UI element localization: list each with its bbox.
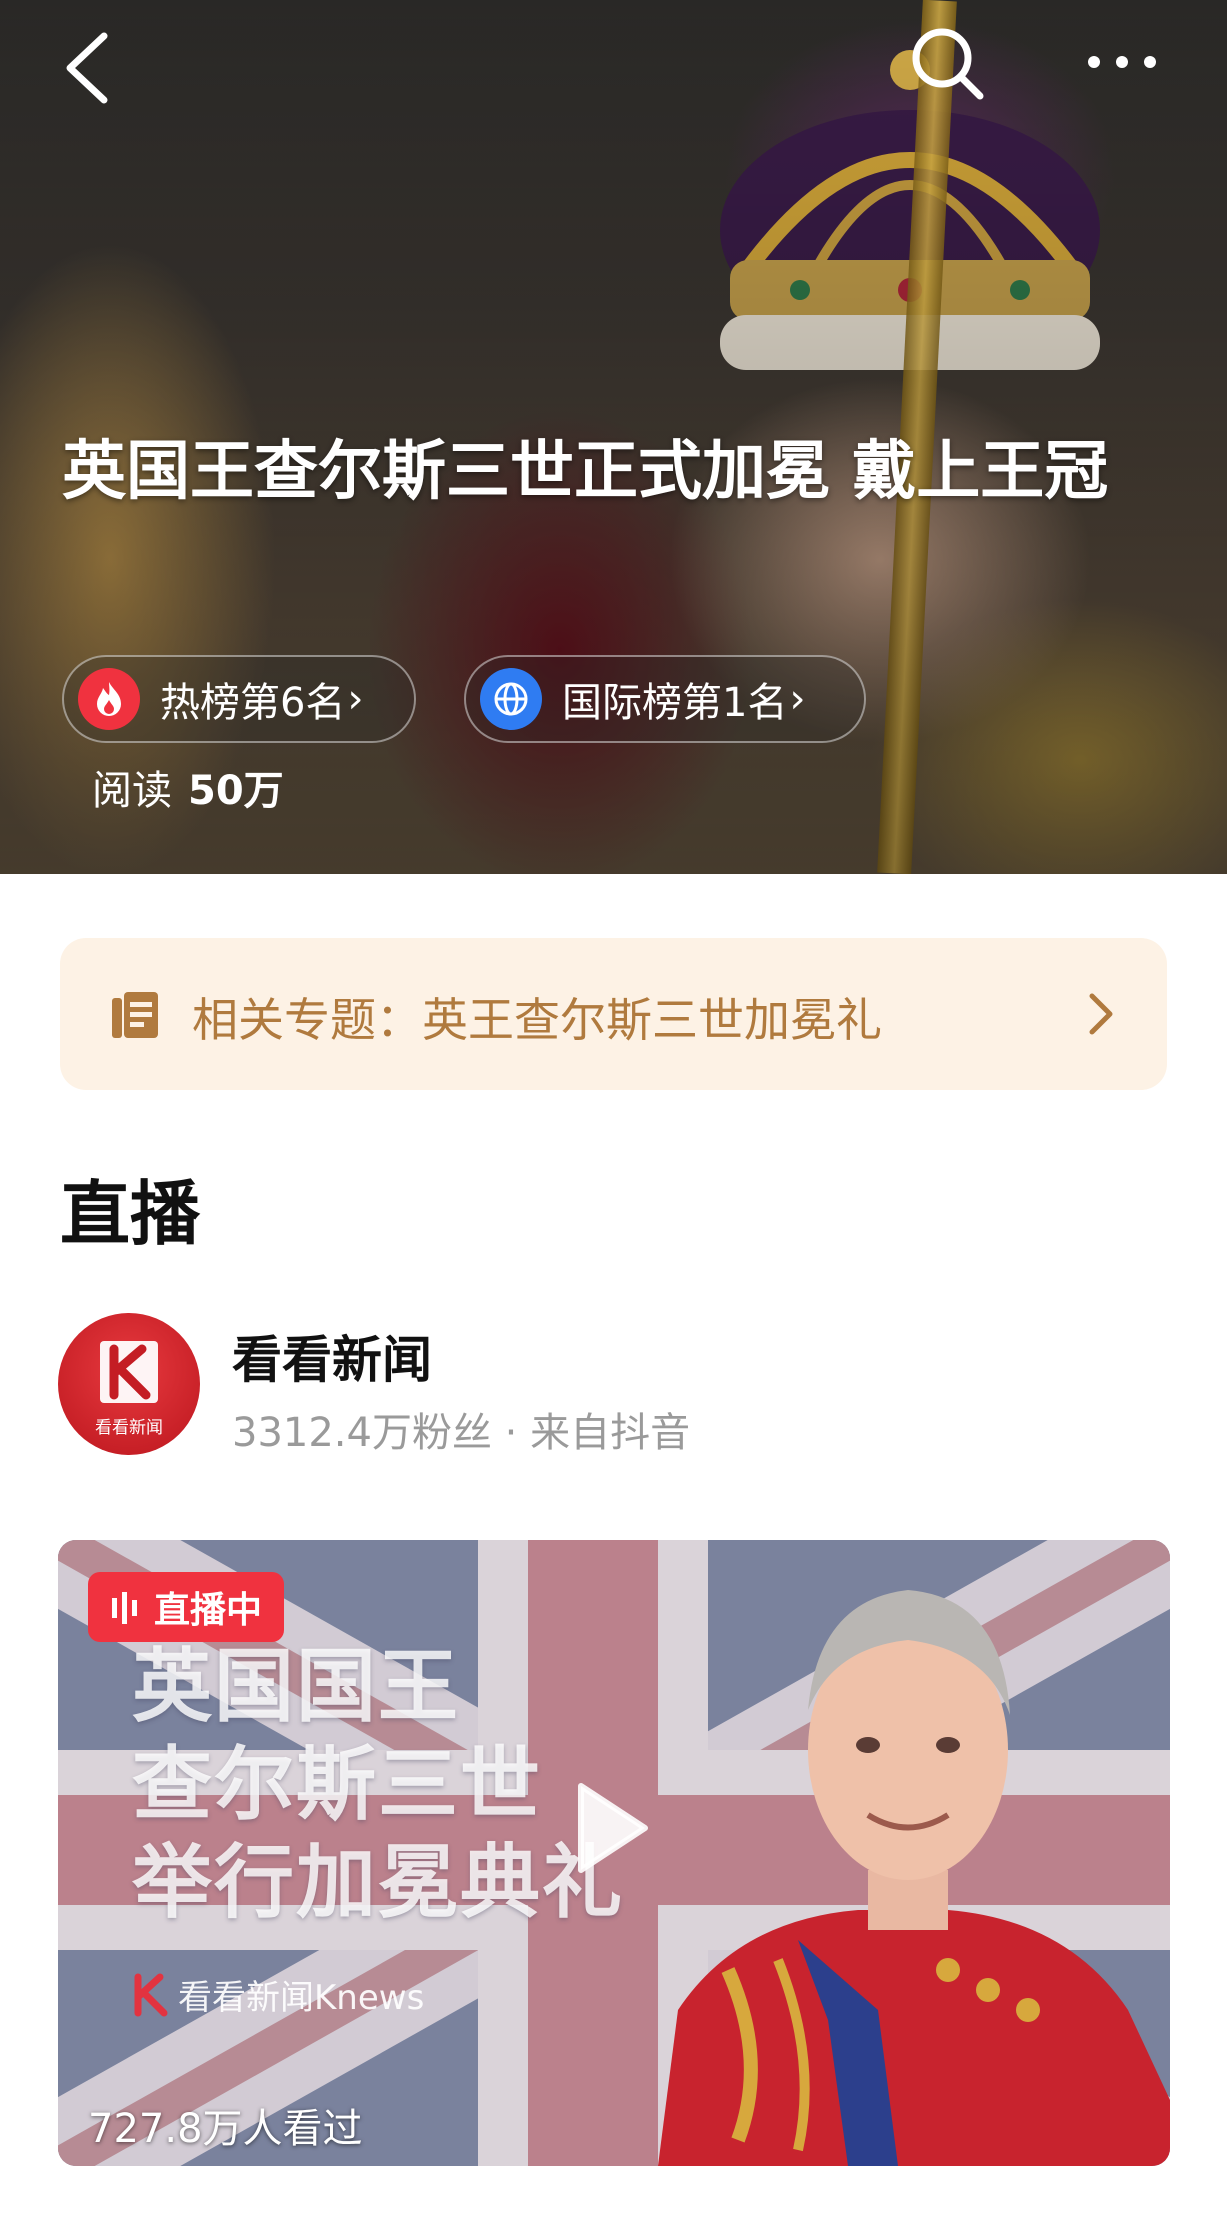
live-section-title: 直播: [60, 1173, 200, 1255]
brand-label: 看看新闻Knews: [178, 1978, 425, 2018]
read-count: 阅读 50万: [92, 758, 284, 816]
video-title-line: 查尔斯三世: [132, 1738, 542, 1831]
play-icon: [578, 1783, 648, 1873]
article-title: 英国王查尔斯三世正式加冕 戴上王冠: [62, 435, 1109, 509]
live-status-badge: 直播中: [88, 1572, 285, 1642]
author-avatar[interactable]: 看看新闻: [58, 1313, 200, 1455]
back-arrow-icon: [66, 32, 108, 104]
back-button[interactable]: [58, 28, 118, 108]
channel-brand: 看看新闻Knews: [132, 1970, 424, 2019]
hero-banner: 英国王查尔斯三世正式加冕 戴上王冠 热榜第6名 › 国际榜第1名 › 阅读 50万: [0, 0, 1227, 874]
more-options-button[interactable]: [1078, 36, 1168, 86]
more-dots-icon: [1088, 56, 1156, 68]
search-button[interactable]: [908, 24, 988, 104]
topic-book-icon: [112, 992, 158, 1038]
intl-rank-pill[interactable]: 国际榜第1名 ›: [464, 655, 866, 743]
related-topic-banner[interactable]: 相关专题：英王查尔斯三世加冕礼: [60, 938, 1167, 1090]
video-title-line: 举行加冕典礼: [132, 1836, 624, 1929]
author-meta: 3312.4万粉丝 · 来自抖音: [232, 1410, 691, 1456]
chevron-right-icon: [1089, 993, 1113, 1035]
fire-icon: [78, 668, 140, 730]
live-bars-icon: [112, 1592, 137, 1624]
knews-logo-icon: [134, 1973, 168, 2016]
live-badge-label: 直播中: [154, 1590, 263, 1631]
globe-icon: [480, 668, 542, 730]
live-video-card[interactable]: 直播中 英国国王 查尔斯三世 举行加冕典礼 看看新闻Knews 727.8万人看…: [58, 1540, 1170, 2166]
video-title: 英国国王 查尔斯三世 举行加冕典礼: [132, 1638, 624, 1932]
read-label: 阅读: [92, 768, 172, 814]
intl-rank-label: 国际榜第1名: [562, 680, 788, 726]
chevron-right-icon: ›: [347, 676, 364, 722]
video-title-line: 英国国王: [132, 1640, 460, 1733]
avatar-caption: 看看新闻: [95, 1418, 163, 1438]
play-button[interactable]: [571, 1778, 651, 1878]
king-portrait-image: [658, 1590, 1170, 2166]
author-name[interactable]: 看看新闻: [232, 1320, 432, 1392]
hot-rank-pill[interactable]: 热榜第6名 ›: [62, 655, 416, 743]
topic-text: 相关专题：英王查尔斯三世加冕礼: [192, 993, 882, 1047]
chevron-right-icon: ›: [789, 676, 806, 722]
read-number: 50万: [188, 768, 284, 814]
search-icon: [912, 28, 984, 100]
view-count: 727.8万人看过: [88, 2106, 363, 2152]
hot-rank-label: 热榜第6名: [160, 680, 346, 726]
